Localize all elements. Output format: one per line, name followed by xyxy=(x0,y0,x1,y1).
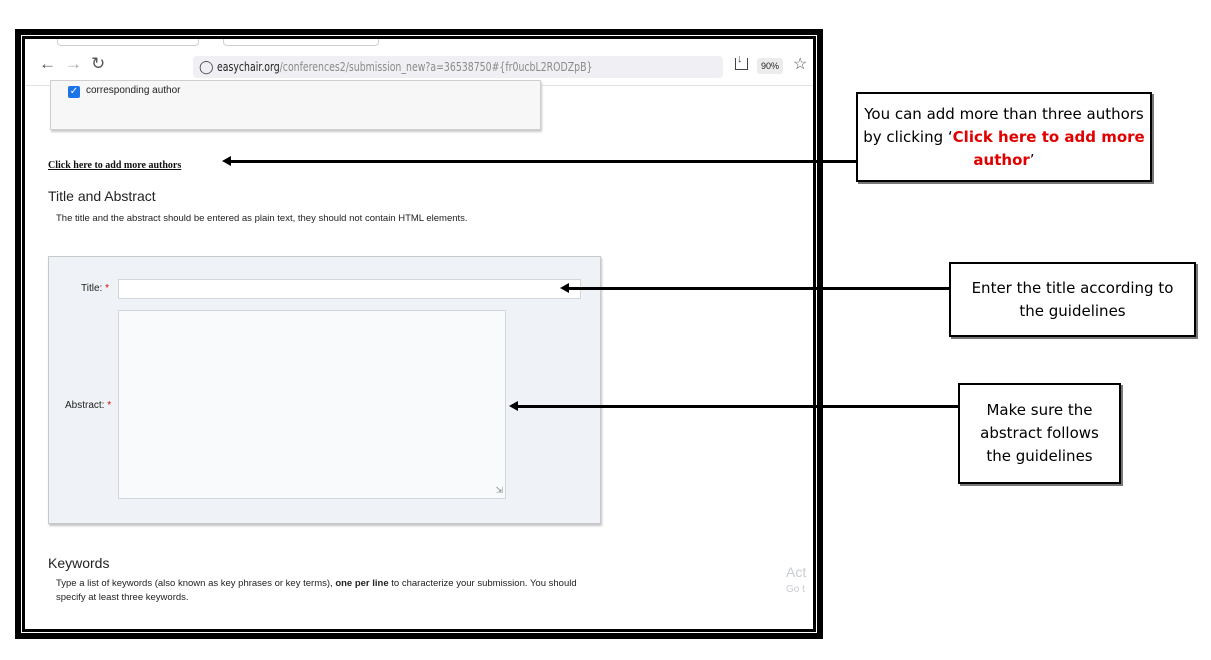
page-content: ✓ corresponding author Click here to add… xyxy=(25,80,813,629)
title-label: Title: * xyxy=(81,283,109,294)
author-card: ✓ corresponding author xyxy=(50,80,541,130)
callout-add-authors-text: You can add more than three authors by c… xyxy=(858,103,1150,172)
abstract-textarea[interactable]: ⇲ xyxy=(118,310,506,499)
title-abstract-description: The title and the abstract should be ent… xyxy=(56,213,468,224)
arrow-add-authors xyxy=(230,160,857,163)
corresponding-author-label: corresponding author xyxy=(86,85,181,96)
back-arrow-icon[interactable]: ← xyxy=(39,55,56,73)
shield-icon: ◯ xyxy=(199,60,214,75)
download-tray-icon xyxy=(735,58,748,70)
keywords-desc-bold: one per line xyxy=(335,578,389,589)
arrow-abstract-head xyxy=(509,401,518,411)
url-host: easychair.org xyxy=(217,60,280,74)
zoom-level-badge[interactable]: 90% xyxy=(757,58,783,74)
arrow-abstract xyxy=(517,405,959,408)
reload-icon[interactable]: ↻ xyxy=(91,55,105,73)
title-input[interactable] xyxy=(118,279,581,299)
activate-windows-watermark-sub: Go t xyxy=(786,584,805,595)
abstract-label: Abstract: * xyxy=(65,400,111,411)
browser-tab[interactable] xyxy=(57,39,199,46)
callout-add-authors-highlight: Click here to add more author xyxy=(952,127,1145,169)
url-text: easychair.org/conferences2/submission_ne… xyxy=(217,56,592,78)
activate-windows-watermark: Act xyxy=(786,564,807,580)
required-marker: * xyxy=(105,283,109,294)
browser-toolbar: ← → ↻ ◯ easychair.org/conferences2/submi… xyxy=(25,39,813,86)
title-abstract-form: Title: * Abstract: * ⇲ xyxy=(48,256,601,524)
bookmark-star-icon[interactable]: ☆ xyxy=(793,54,807,74)
keywords-heading: Keywords xyxy=(48,555,110,571)
add-more-authors-link[interactable]: Click here to add more authors xyxy=(48,160,181,171)
arrow-add-authors-head xyxy=(222,156,231,166)
callout-title: Enter the title according to the guideli… xyxy=(949,262,1196,337)
abstract-label-text: Abstract: xyxy=(65,400,105,411)
browser-tab[interactable] xyxy=(223,39,379,46)
resize-grip-icon[interactable]: ⇲ xyxy=(495,485,503,496)
title-label-text: Title: xyxy=(81,283,103,294)
screenshot-frame: ← → ↻ ◯ easychair.org/conferences2/submi… xyxy=(22,36,816,632)
address-bar[interactable]: ◯ easychair.org/conferences2/submission_… xyxy=(193,56,723,78)
keywords-desc-pre: Type a list of keywords (also known as k… xyxy=(56,578,336,589)
callout-abstract: Make sure the abstract follows the guide… xyxy=(958,383,1121,484)
arrow-title-head xyxy=(560,283,569,293)
forward-arrow-icon[interactable]: → xyxy=(65,55,82,73)
callout-add-authors: You can add more than three authors by c… xyxy=(856,92,1152,182)
title-abstract-heading: Title and Abstract xyxy=(48,188,156,204)
callout-add-authors-post: ’ xyxy=(1029,150,1035,169)
url-path: /conferences2/submission_new?a=36538750#… xyxy=(279,60,593,74)
keywords-description: Type a list of keywords (also known as k… xyxy=(56,577,596,605)
arrow-title xyxy=(568,287,950,290)
corresponding-author-checkbox[interactable]: ✓ xyxy=(68,86,80,98)
required-marker: * xyxy=(107,400,112,411)
